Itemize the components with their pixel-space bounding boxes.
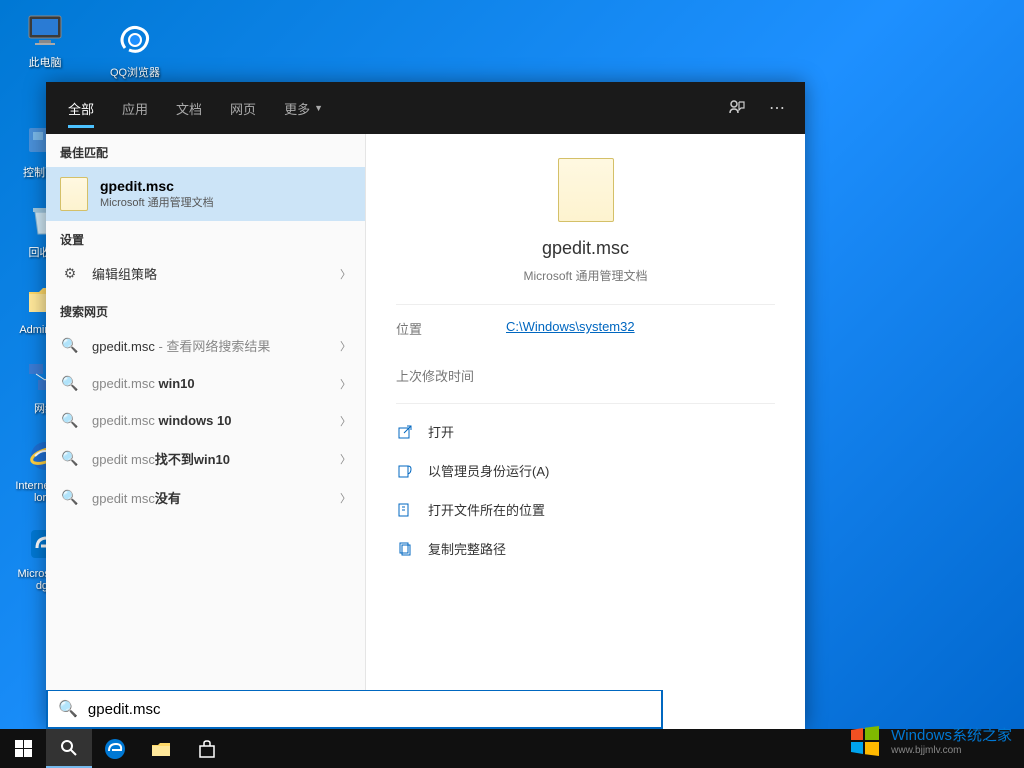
location-link[interactable]: C:\Windows\system32 xyxy=(506,319,635,338)
chevron-right-icon: 〉 xyxy=(340,490,351,506)
section-web: 搜索网页 xyxy=(46,293,365,326)
taskbar-explorer[interactable] xyxy=(138,729,184,768)
settings-item-gpedit[interactable]: ⚙ 编辑组策略 〉 xyxy=(46,254,365,293)
search-icon: 🔍 xyxy=(60,375,80,392)
desktop-icons: 此电脑 xyxy=(0,0,90,80)
computer-icon xyxy=(25,10,65,50)
document-icon xyxy=(60,177,88,211)
meta-location: 位置 C:\Windows\system32 xyxy=(396,305,775,352)
search-icon: 🔍 xyxy=(60,412,80,429)
chevron-right-icon: 〉 xyxy=(340,338,351,354)
chevron-right-icon: 〉 xyxy=(340,451,351,467)
qq-browser-icon xyxy=(115,20,155,60)
desktop-icons-col2: QQ浏览器 xyxy=(90,10,180,90)
start-button[interactable] xyxy=(0,729,46,768)
folder-open-icon xyxy=(396,501,414,519)
gear-icon: ⚙ xyxy=(60,265,80,282)
search-icon: 🔍 xyxy=(60,489,80,506)
taskbar-search-button[interactable] xyxy=(46,729,92,768)
web-item-1[interactable]: 🔍 gpedit.msc win10 〉 xyxy=(46,365,365,402)
search-icon: 🔍 xyxy=(60,450,80,467)
preview-header: gpedit.msc Microsoft 通用管理文档 xyxy=(396,158,775,305)
search-body: 最佳匹配 gpedit.msc Microsoft 通用管理文档 设置 ⚙ 编辑… xyxy=(46,134,805,729)
results-column: 最佳匹配 gpedit.msc Microsoft 通用管理文档 设置 ⚙ 编辑… xyxy=(46,134,366,729)
icon-label: QQ浏览器 xyxy=(110,64,160,80)
action-open-location[interactable]: 打开文件所在的位置 xyxy=(396,490,775,529)
tab-all[interactable]: 全部 xyxy=(54,82,108,134)
taskbar-store[interactable] xyxy=(184,729,230,768)
watermark: Windows系统之家 www.bjjmlv.com xyxy=(847,722,1012,758)
preview-subtitle: Microsoft 通用管理文档 xyxy=(523,267,647,284)
feedback-icon[interactable] xyxy=(717,82,757,134)
divider xyxy=(396,403,775,404)
document-icon xyxy=(558,158,614,222)
watermark-text: Windows系统之家 xyxy=(891,724,1012,745)
preview-column: gpedit.msc Microsoft 通用管理文档 位置 C:\Window… xyxy=(366,134,805,729)
preview-title: gpedit.msc xyxy=(542,238,629,259)
action-open[interactable]: 打开 xyxy=(396,412,775,451)
open-icon xyxy=(396,423,414,441)
best-match-title: gpedit.msc xyxy=(100,178,214,194)
search-panel: 全部 应用 文档 网页 更多 ▼ ⋯ 最佳匹配 gpedit.msc Micro… xyxy=(46,82,805,729)
search-icon: 🔍 xyxy=(60,337,80,354)
chevron-right-icon: 〉 xyxy=(340,413,351,429)
chevron-right-icon: 〉 xyxy=(340,266,351,282)
shield-icon xyxy=(396,462,414,480)
search-input[interactable] xyxy=(88,701,651,718)
action-run-admin[interactable]: 以管理员身份运行(A) xyxy=(396,451,775,490)
best-match-item[interactable]: gpedit.msc Microsoft 通用管理文档 xyxy=(46,167,365,221)
web-item-2[interactable]: 🔍 gpedit.msc windows 10 〉 xyxy=(46,402,365,439)
section-best-match: 最佳匹配 xyxy=(46,134,365,167)
search-header: 全部 应用 文档 网页 更多 ▼ ⋯ xyxy=(46,82,805,134)
section-settings: 设置 xyxy=(46,221,365,254)
more-icon[interactable]: ⋯ xyxy=(757,82,797,134)
windows-logo-icon xyxy=(847,722,883,758)
tab-more[interactable]: 更多 ▼ xyxy=(270,82,337,134)
best-match-subtitle: Microsoft 通用管理文档 xyxy=(100,194,214,210)
chevron-right-icon: 〉 xyxy=(340,376,351,392)
action-copy-path[interactable]: 复制完整路径 xyxy=(396,529,775,568)
web-item-3[interactable]: 🔍 gpedit msc找不到win10 〉 xyxy=(46,439,365,478)
meta-modified: 上次修改时间 xyxy=(396,352,775,399)
web-item-0[interactable]: 🔍 gpedit.msc - 查看网络搜索结果 〉 xyxy=(46,326,365,365)
icon-label: 此电脑 xyxy=(29,54,62,70)
tab-web[interactable]: 网页 xyxy=(216,82,270,134)
desktop-icon-qq-browser[interactable]: QQ浏览器 xyxy=(105,20,165,80)
watermark-url: www.bjjmlv.com xyxy=(891,745,1012,756)
search-input-box[interactable]: 🔍 xyxy=(46,690,663,729)
tab-documents[interactable]: 文档 xyxy=(162,82,216,134)
tab-apps[interactable]: 应用 xyxy=(108,82,162,134)
taskbar-edge[interactable] xyxy=(92,729,138,768)
search-icon: 🔍 xyxy=(58,699,78,719)
copy-icon xyxy=(396,540,414,558)
web-item-4[interactable]: 🔍 gpedit msc没有 〉 xyxy=(46,478,365,517)
desktop-icon-this-pc[interactable]: 此电脑 xyxy=(15,10,75,70)
